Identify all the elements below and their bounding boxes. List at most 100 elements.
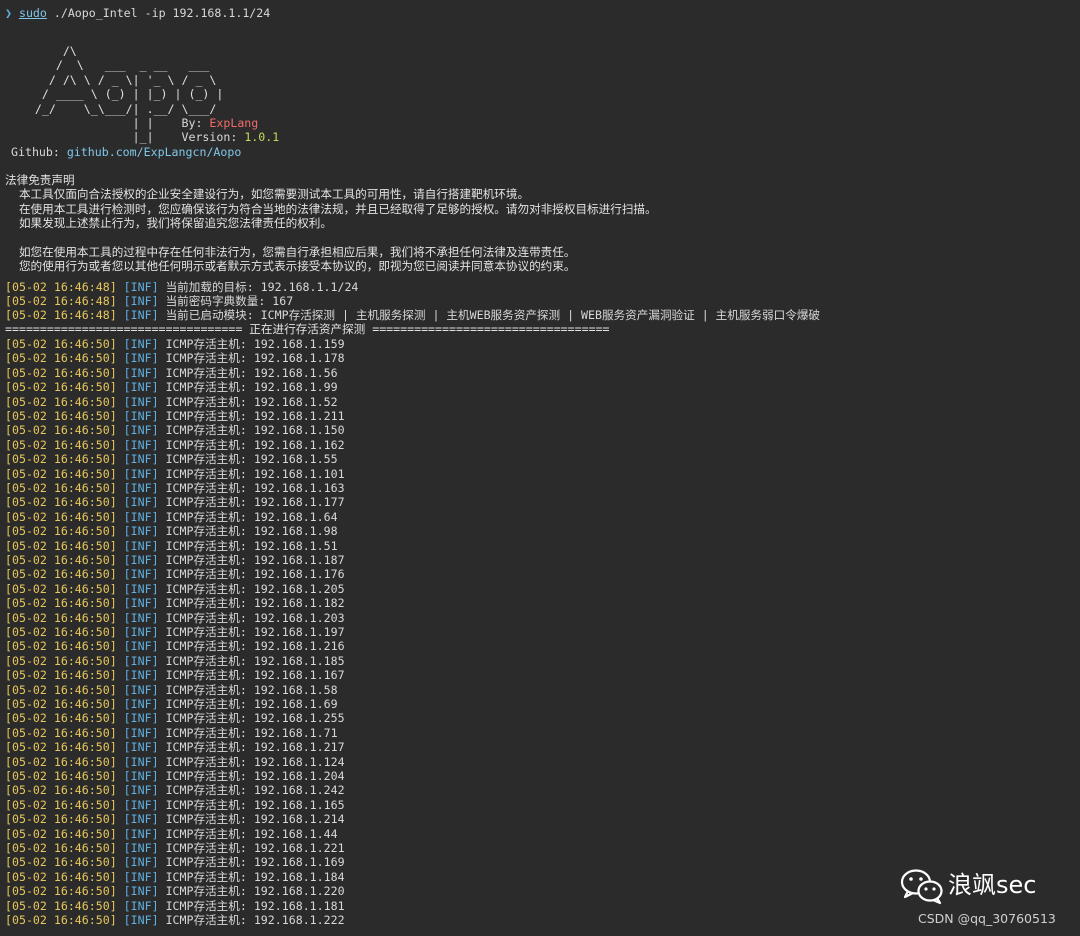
version-label: Version: [181, 130, 245, 145]
log-message: 当前加载的目标: 192.168.1.1/24 [165, 279, 359, 294]
alive-prefix: ICMP存活主机: [165, 725, 254, 740]
disclaimer-line: 您的使用行为或者您以其他任何明示或者默示方式表示接受本协议的，即视为您已阅读并同… [5, 259, 576, 274]
log-level: [INF] [123, 625, 159, 639]
log-level: [INF] [123, 884, 159, 899]
timestamp: [05-02 16:46:50] [5, 452, 117, 467]
alive-host-row: [05-02 16:46:50] [INF] ICMP存活主机: 192.168… [5, 524, 338, 538]
alive-host-row: [05-02 16:46:50] [INF] ICMP存活主机: 192.168… [5, 481, 345, 495]
host-ip: 192.168.1.222 [253, 913, 345, 927]
alive-host-row: [05-02 16:46:50] [INF] ICMP存活主机: 192.168… [5, 337, 345, 351]
timestamp: [05-02 16:46:48] [5, 308, 117, 323]
timestamp: [05-02 16:46:50] [5, 653, 117, 668]
log-level: [INF] [123, 596, 159, 611]
alive-prefix: ICMP存活主机: [165, 869, 254, 884]
log-message: 当前已启动模块: ICMP存活探测 | 主机服务探测 | 主机WEB服务资产探测… [165, 308, 821, 323]
alive-host-row: [05-02 16:46:50] [INF] ICMP存活主机: 192.168… [5, 351, 345, 365]
log-level: [INF] [123, 754, 159, 769]
alive-prefix: ICMP存活主机: [165, 625, 254, 639]
host-ip: 192.168.1.211 [253, 409, 345, 423]
timestamp: [05-02 16:46:50] [5, 725, 117, 740]
alive-host-row: [05-02 16:46:50] [INF] ICMP存活主机: 192.168… [5, 438, 345, 452]
alive-host-row: [05-02 16:46:50] [INF] ICMP存活主机: 192.168… [5, 783, 345, 797]
host-ip: 192.168.1.44 [253, 826, 338, 841]
alive-prefix: ICMP存活主机: [165, 740, 254, 755]
alive-host-row: [05-02 16:46:50] [INF] ICMP存活主机: 192.168… [5, 855, 345, 869]
log-level: [INF] [123, 725, 159, 740]
alive-host-row: [05-02 16:46:50] [INF] ICMP存活主机: 192.168… [5, 654, 345, 668]
alive-prefix: ICMP存活主机: [165, 567, 254, 582]
host-ip: 192.168.1.214 [253, 812, 345, 827]
disclaimer-title: 法律免责声明 [5, 173, 75, 187]
alive-prefix: ICMP存活主机: [165, 365, 254, 380]
timestamp: [05-02 16:46:50] [5, 466, 117, 481]
command-line: ❯ sudo ./Aopo_Intel -ip 192.168.1.1/24 [5, 6, 270, 20]
version-line: |_| Version: 1.0.1 [0, 130, 280, 145]
log-level: [INF] [123, 567, 159, 582]
alive-prefix: ICMP存活主机: [165, 653, 254, 668]
timestamp: [05-02 16:46:50] [5, 437, 117, 452]
host-ip: 192.168.1.216 [253, 639, 345, 654]
version-block: | | By: ExpLang [0, 116, 258, 130]
host-ip: 192.168.1.163 [253, 481, 345, 495]
host-ip: 192.168.1.181 [253, 898, 345, 913]
host-ip: 192.168.1.176 [253, 567, 345, 582]
alive-host-row: [05-02 16:46:50] [INF] ICMP存活主机: 192.168… [5, 668, 345, 682]
host-ip: 192.168.1.162 [253, 437, 345, 452]
log-level: [INF] [123, 697, 159, 711]
log-level: [INF] [123, 711, 159, 726]
disclaimer-line: 如果发现上述禁止行为，我们将保留追究您法律责任的权利。 [5, 216, 332, 231]
alive-host-row: [05-02 16:46:50] [INF] ICMP存活主机: 192.168… [5, 625, 345, 639]
host-ip: 192.168.1.165 [253, 797, 345, 812]
status-line: [05-02 16:46:48] [INF] 当前加载的目标: 192.168.… [5, 280, 358, 294]
log-level: [INF] [123, 812, 159, 827]
host-ip: 192.168.1.101 [253, 466, 345, 481]
host-ip: 192.168.1.169 [253, 855, 345, 870]
log-level: [INF] [123, 869, 159, 884]
alive-prefix: ICMP存活主机: [165, 697, 254, 711]
disclaimer-line: 本工具仅面向合法授权的企业安全建设行为，如您需要测试本工具的可用性，请自行搭建靶… [5, 187, 530, 202]
alive-host-row: [05-02 16:46:50] [INF] ICMP存活主机: 192.168… [5, 798, 345, 812]
github-link[interactable]: github.com/ExpLangcn/Aopo [67, 145, 242, 159]
alive-host-row: [05-02 16:46:50] [INF] ICMP存活主机: 192.168… [5, 495, 345, 509]
terminal-window[interactable]: ❯ sudo ./Aopo_Intel -ip 192.168.1.1/24 /… [0, 0, 1080, 936]
log-level: [INF] [123, 524, 159, 539]
host-ip: 192.168.1.51 [253, 538, 338, 553]
timestamp: [05-02 16:46:50] [5, 826, 117, 841]
version-number: 1.0.1 [244, 130, 280, 145]
host-ip: 192.168.1.184 [253, 869, 345, 884]
log-level: [INF] [123, 452, 159, 467]
alive-host-row: [05-02 16:46:50] [INF] ICMP存活主机: 192.168… [5, 913, 345, 927]
status-line: [05-02 16:46:48] [INF] 当前已启动模块: ICMP存活探测… [5, 308, 820, 322]
timestamp: [05-02 16:46:50] [5, 769, 117, 783]
watermark-csdn: CSDN @qq_30760513 [918, 911, 1056, 926]
log-level: [INF] [123, 653, 159, 668]
log-level: [INF] [123, 365, 159, 380]
prompt-arrow-icon: ❯ [5, 6, 12, 20]
log-level: [INF] [123, 553, 159, 567]
alive-host-row: [05-02 16:46:50] [INF] ICMP存活主机: 192.168… [5, 611, 345, 625]
log-level: [INF] [123, 581, 159, 596]
alive-prefix: ICMP存活主机: [165, 452, 254, 467]
host-ip: 192.168.1.159 [253, 337, 345, 351]
timestamp: [05-02 16:46:50] [5, 423, 117, 438]
log-level: [INF] [123, 481, 159, 495]
alive-prefix: ICMP存活主机: [165, 495, 254, 510]
log-message: 当前密码字典数量: 167 [165, 293, 294, 308]
timestamp: [05-02 16:46:48] [5, 279, 117, 294]
alive-prefix: ICMP存活主机: [165, 437, 254, 452]
timestamp: [05-02 16:46:50] [5, 538, 117, 553]
timestamp: [05-02 16:46:50] [5, 394, 117, 409]
host-ip: 192.168.1.255 [253, 711, 345, 726]
alive-host-row: [05-02 16:46:50] [INF] ICMP存活主机: 192.168… [5, 711, 345, 725]
alive-prefix: ICMP存活主机: [165, 639, 254, 654]
alive-host-row: [05-02 16:46:50] [INF] ICMP存活主机: 192.168… [5, 395, 338, 409]
log-level: [INF] [123, 682, 159, 697]
host-ip: 192.168.1.64 [253, 509, 338, 524]
host-ip: 192.168.1.52 [253, 394, 338, 409]
log-level: [INF] [123, 610, 159, 625]
alive-host-row: [05-02 16:46:50] [INF] ICMP存活主机: 192.168… [5, 697, 338, 711]
alive-host-row: [05-02 16:46:50] [INF] ICMP存活主机: 192.168… [5, 639, 345, 653]
host-ip: 192.168.1.71 [253, 725, 338, 740]
host-ip: 192.168.1.217 [253, 740, 345, 755]
timestamp: [05-02 16:46:50] [5, 754, 117, 769]
